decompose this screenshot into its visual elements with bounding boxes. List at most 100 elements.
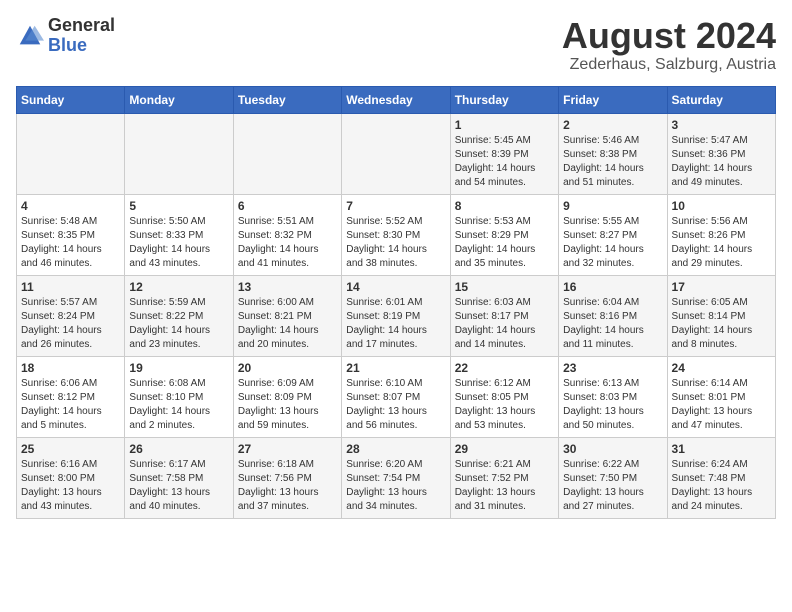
day-info: Sunrise: 6:14 AM Sunset: 8:01 PM Dayligh… xyxy=(672,377,771,433)
day-number: 29 xyxy=(455,442,554,456)
day-cell: 9 Sunrise: 5:55 AM Sunset: 8:27 PM Daylig… xyxy=(559,194,667,275)
day-info: Sunrise: 5:59 AM Sunset: 8:22 PM Dayligh… xyxy=(129,296,228,352)
day-cell: 1Sunrise: 5:45 AM Sunset: 8:39 PM Daylig… xyxy=(450,113,558,194)
day-info: Sunrise: 6:21 AM Sunset: 7:52 PM Dayligh… xyxy=(455,458,554,514)
logo: General Blue xyxy=(16,16,115,56)
day-cell xyxy=(342,113,450,194)
day-cell: 7 Sunrise: 5:52 AM Sunset: 8:30 PM Daylig… xyxy=(342,194,450,275)
week-row-3: 18Sunrise: 6:06 AM Sunset: 8:12 PM Dayli… xyxy=(17,356,776,437)
day-cell: 6Sunrise: 5:51 AM Sunset: 8:32 PM Daylig… xyxy=(233,194,341,275)
day-cell: 17 Sunrise: 6:05 AM Sunset: 8:14 PM Dayli… xyxy=(667,275,775,356)
day-cell xyxy=(125,113,233,194)
page-header: General Blue August 2024 Zederhaus, Salz… xyxy=(16,16,776,74)
day-cell: 30 Sunrise: 6:22 AM Sunset: 7:50 PM Dayli… xyxy=(559,437,667,518)
day-info: Sunrise: 5:48 AM Sunset: 8:35 PM Dayligh… xyxy=(21,215,120,271)
day-number: 11 xyxy=(21,280,120,294)
day-cell: 22 Sunrise: 6:12 AM Sunset: 8:05 PM Dayli… xyxy=(450,356,558,437)
day-info: Sunrise: 6:20 AM Sunset: 7:54 PM Dayligh… xyxy=(346,458,445,514)
day-number: 21 xyxy=(346,361,445,375)
day-number: 30 xyxy=(563,442,662,456)
day-number: 28 xyxy=(346,442,445,456)
day-number: 6 xyxy=(238,199,337,213)
day-number: 31 xyxy=(672,442,771,456)
week-row-2: 11Sunrise: 5:57 AM Sunset: 8:24 PM Dayli… xyxy=(17,275,776,356)
day-info: Sunrise: 5:46 AM Sunset: 8:38 PM Dayligh… xyxy=(563,134,662,190)
day-info: Sunrise: 5:45 AM Sunset: 8:39 PM Dayligh… xyxy=(455,134,554,190)
calendar-body: 1Sunrise: 5:45 AM Sunset: 8:39 PM Daylig… xyxy=(17,113,776,518)
day-number: 14 xyxy=(346,280,445,294)
day-number: 23 xyxy=(563,361,662,375)
day-number: 22 xyxy=(455,361,554,375)
logo-blue-text: Blue xyxy=(48,36,115,56)
day-number: 20 xyxy=(238,361,337,375)
day-number: 12 xyxy=(129,280,228,294)
day-cell: 28 Sunrise: 6:20 AM Sunset: 7:54 PM Dayli… xyxy=(342,437,450,518)
day-info: Sunrise: 5:52 AM Sunset: 8:30 PM Dayligh… xyxy=(346,215,445,271)
day-info: Sunrise: 6:17 AM Sunset: 7:58 PM Dayligh… xyxy=(129,458,228,514)
day-info: Sunrise: 6:10 AM Sunset: 8:07 PM Dayligh… xyxy=(346,377,445,433)
day-number: 7 xyxy=(346,199,445,213)
calendar-table: SundayMondayTuesdayWednesdayThursdayFrid… xyxy=(16,86,776,519)
day-number: 13 xyxy=(238,280,337,294)
day-number: 24 xyxy=(672,361,771,375)
day-info: Sunrise: 6:22 AM Sunset: 7:50 PM Dayligh… xyxy=(563,458,662,514)
day-number: 2 xyxy=(563,118,662,132)
day-number: 10 xyxy=(672,199,771,213)
day-number: 17 xyxy=(672,280,771,294)
day-info: Sunrise: 6:03 AM Sunset: 8:17 PM Dayligh… xyxy=(455,296,554,352)
day-cell: 29 Sunrise: 6:21 AM Sunset: 7:52 PM Dayli… xyxy=(450,437,558,518)
day-cell: 13 Sunrise: 6:00 AM Sunset: 8:21 PM Dayli… xyxy=(233,275,341,356)
day-info: Sunrise: 6:00 AM Sunset: 8:21 PM Dayligh… xyxy=(238,296,337,352)
day-number: 8 xyxy=(455,199,554,213)
day-info: Sunrise: 6:05 AM Sunset: 8:14 PM Dayligh… xyxy=(672,296,771,352)
day-info: Sunrise: 5:55 AM Sunset: 8:27 PM Dayligh… xyxy=(563,215,662,271)
day-number: 19 xyxy=(129,361,228,375)
day-number: 9 xyxy=(563,199,662,213)
day-cell: 8Sunrise: 5:53 AM Sunset: 8:29 PM Daylig… xyxy=(450,194,558,275)
week-row-0: 1Sunrise: 5:45 AM Sunset: 8:39 PM Daylig… xyxy=(17,113,776,194)
day-info: Sunrise: 6:18 AM Sunset: 7:56 PM Dayligh… xyxy=(238,458,337,514)
header-saturday: Saturday xyxy=(667,86,775,113)
day-info: Sunrise: 6:01 AM Sunset: 8:19 PM Dayligh… xyxy=(346,296,445,352)
day-cell: 25 Sunrise: 6:16 AM Sunset: 8:00 PM Dayli… xyxy=(17,437,125,518)
header-tuesday: Tuesday xyxy=(233,86,341,113)
main-title: August 2024 xyxy=(562,16,776,56)
day-number: 25 xyxy=(21,442,120,456)
day-cell: 21 Sunrise: 6:10 AM Sunset: 8:07 PM Dayli… xyxy=(342,356,450,437)
day-info: Sunrise: 6:16 AM Sunset: 8:00 PM Dayligh… xyxy=(21,458,120,514)
day-cell: 31 Sunrise: 6:24 AM Sunset: 7:48 PM Dayli… xyxy=(667,437,775,518)
day-cell: 16Sunrise: 6:04 AM Sunset: 8:16 PM Dayli… xyxy=(559,275,667,356)
day-cell: 10 Sunrise: 5:56 AM Sunset: 8:26 PM Dayli… xyxy=(667,194,775,275)
day-cell: 27 Sunrise: 6:18 AM Sunset: 7:56 PM Dayli… xyxy=(233,437,341,518)
day-cell: 23Sunrise: 6:13 AM Sunset: 8:03 PM Dayli… xyxy=(559,356,667,437)
day-cell: 19 Sunrise: 6:08 AM Sunset: 8:10 PM Dayli… xyxy=(125,356,233,437)
day-number: 3 xyxy=(672,118,771,132)
logo-icon xyxy=(16,22,44,50)
day-info: Sunrise: 6:24 AM Sunset: 7:48 PM Dayligh… xyxy=(672,458,771,514)
day-cell: 14 Sunrise: 6:01 AM Sunset: 8:19 PM Dayli… xyxy=(342,275,450,356)
day-number: 5 xyxy=(129,199,228,213)
header-friday: Friday xyxy=(559,86,667,113)
day-info: Sunrise: 5:56 AM Sunset: 8:26 PM Dayligh… xyxy=(672,215,771,271)
day-info: Sunrise: 5:47 AM Sunset: 8:36 PM Dayligh… xyxy=(672,134,771,190)
week-row-4: 25 Sunrise: 6:16 AM Sunset: 8:00 PM Dayli… xyxy=(17,437,776,518)
calendar-header: SundayMondayTuesdayWednesdayThursdayFrid… xyxy=(17,86,776,113)
day-info: Sunrise: 6:09 AM Sunset: 8:09 PM Dayligh… xyxy=(238,377,337,433)
day-cell xyxy=(17,113,125,194)
day-cell: 11Sunrise: 5:57 AM Sunset: 8:24 PM Dayli… xyxy=(17,275,125,356)
day-number: 26 xyxy=(129,442,228,456)
day-cell: 12 Sunrise: 5:59 AM Sunset: 8:22 PM Dayli… xyxy=(125,275,233,356)
day-info: Sunrise: 6:04 AM Sunset: 8:16 PM Dayligh… xyxy=(563,296,662,352)
day-cell: 18Sunrise: 6:06 AM Sunset: 8:12 PM Dayli… xyxy=(17,356,125,437)
day-cell: 3 Sunrise: 5:47 AM Sunset: 8:36 PM Daylig… xyxy=(667,113,775,194)
header-wednesday: Wednesday xyxy=(342,86,450,113)
day-info: Sunrise: 6:12 AM Sunset: 8:05 PM Dayligh… xyxy=(455,377,554,433)
day-cell xyxy=(233,113,341,194)
day-info: Sunrise: 5:50 AM Sunset: 8:33 PM Dayligh… xyxy=(129,215,228,271)
header-thursday: Thursday xyxy=(450,86,558,113)
day-info: Sunrise: 6:08 AM Sunset: 8:10 PM Dayligh… xyxy=(129,377,228,433)
day-number: 27 xyxy=(238,442,337,456)
title-block: August 2024 Zederhaus, Salzburg, Austria xyxy=(562,16,776,74)
day-cell: 4Sunrise: 5:48 AM Sunset: 8:35 PM Daylig… xyxy=(17,194,125,275)
subtitle: Zederhaus, Salzburg, Austria xyxy=(562,56,776,74)
